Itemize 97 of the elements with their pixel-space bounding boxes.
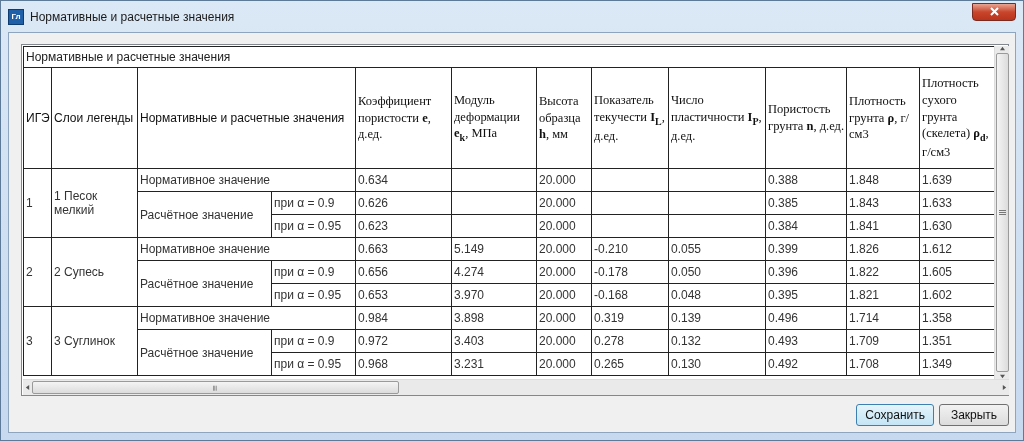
table-cell: 1.708 bbox=[846, 352, 920, 376]
table-cell: 1.848 bbox=[846, 168, 920, 192]
table-cell: 3.898 bbox=[451, 306, 537, 330]
table-cell: 0.132 bbox=[668, 329, 766, 353]
table-cell: -0.168 bbox=[591, 283, 669, 307]
table-cell: при α = 0.9 bbox=[271, 260, 356, 284]
table-cell: 0.399 bbox=[765, 237, 847, 261]
close-button[interactable] bbox=[972, 2, 1016, 21]
horizontal-scrollbar[interactable] bbox=[23, 379, 1009, 395]
table-cell: 1 bbox=[23, 168, 52, 238]
table-cell: 20.000 bbox=[536, 283, 592, 307]
table-cell: при α = 0.95 bbox=[271, 352, 356, 376]
app-icon: Гл bbox=[8, 8, 24, 25]
table-cell: Расчётное значение bbox=[137, 191, 272, 238]
table-cell: 20.000 bbox=[536, 260, 592, 284]
table-cell: -0.178 bbox=[591, 260, 669, 284]
table-cell: 0.385 bbox=[765, 191, 847, 215]
grip-icon bbox=[998, 210, 1006, 215]
column-header: Число пластичности I$_{P}$, д.ед. bbox=[668, 67, 766, 169]
table-cell: 0.055 bbox=[668, 237, 766, 261]
table-cell: 0.623 bbox=[355, 214, 452, 238]
table-cell: 0.048 bbox=[668, 283, 766, 307]
column-header: Модуль деформации e$_{k}$, МПа bbox=[451, 67, 537, 169]
table-cell: 4.274 bbox=[451, 260, 537, 284]
table-cell: 20.000 bbox=[536, 352, 592, 376]
table-cell: 0.384 bbox=[765, 214, 847, 238]
column-header: Коэффициент пористости e, д.ед. bbox=[355, 67, 452, 169]
table-cell: 0.492 bbox=[765, 352, 847, 376]
table-cell: 0.968 bbox=[355, 352, 452, 376]
table-cell: Нормативное значение bbox=[137, 306, 356, 330]
column-header: Нормативные и расчетные значения bbox=[137, 67, 356, 169]
table-cell: 2 bbox=[23, 237, 52, 307]
table-cell: 0.388 bbox=[765, 168, 847, 192]
grip-icon bbox=[213, 384, 218, 391]
table-cell: 0.656 bbox=[355, 260, 452, 284]
table-cell: 20.000 bbox=[536, 306, 592, 330]
table-cell: Нормативное значение bbox=[137, 168, 356, 192]
dialog-button[interactable]: Закрыть bbox=[939, 404, 1009, 426]
table-cell: 3.970 bbox=[451, 283, 537, 307]
table-cell: 1.841 bbox=[846, 214, 920, 238]
column-header: Показатель текучести I$_{L}$, д.ед. bbox=[591, 67, 669, 169]
right-arrow-icon[interactable] bbox=[1002, 385, 1007, 390]
table-cell: 0.319 bbox=[591, 306, 669, 330]
table-cell: 0.395 bbox=[765, 283, 847, 307]
table-cell: 0.050 bbox=[668, 260, 766, 284]
table-cell: 0.396 bbox=[765, 260, 847, 284]
table-cell: 1.714 bbox=[846, 306, 920, 330]
table-cell: 1.821 bbox=[846, 283, 920, 307]
dialog-button[interactable]: Сохранить bbox=[856, 404, 934, 426]
table-cell: 0.265 bbox=[591, 352, 669, 376]
column-header: ИГЭ bbox=[23, 67, 52, 169]
table-cell: 20.000 bbox=[536, 329, 592, 353]
table-cell: Нормативное значение bbox=[137, 237, 356, 261]
table-cell: 3 bbox=[23, 306, 52, 376]
window-title: Нормативные и расчетные значения bbox=[30, 9, 236, 24]
table-cell: 1.709 bbox=[846, 329, 920, 353]
table-cell: 0.278 bbox=[591, 329, 669, 353]
left-arrow-icon[interactable] bbox=[25, 385, 30, 390]
table-cell: 0.972 bbox=[355, 329, 452, 353]
table-cell: 1 Песок мелкий bbox=[51, 168, 138, 238]
column-header: Пористость грунта n, д.ед. bbox=[765, 67, 847, 169]
down-arrow-icon[interactable] bbox=[999, 374, 1005, 379]
table-cell: при α = 0.9 bbox=[271, 329, 356, 353]
scroll-thumb[interactable] bbox=[32, 381, 399, 394]
table-cell: 20.000 bbox=[536, 168, 592, 192]
table-cell: 0.653 bbox=[355, 283, 452, 307]
table-cell: 5.149 bbox=[451, 237, 537, 261]
table-cell: 1.826 bbox=[846, 237, 920, 261]
table-caption: Нормативные и расчетные значения bbox=[23, 46, 994, 68]
table-cell: -0.210 bbox=[591, 237, 669, 261]
table-cell: 0.984 bbox=[355, 306, 452, 330]
table-cell: при α = 0.95 bbox=[271, 214, 356, 238]
column-header: Высота образца h, мм bbox=[536, 67, 592, 169]
table-cell: при α = 0.95 bbox=[271, 283, 356, 307]
table-cell: при α = 0.9 bbox=[271, 191, 356, 215]
close-icon bbox=[989, 7, 999, 16]
table-cell: 2 Супесь bbox=[51, 237, 138, 307]
table-cell: 0.139 bbox=[668, 306, 766, 330]
up-arrow-icon[interactable] bbox=[999, 46, 1005, 51]
column-header: Слои легенды bbox=[51, 67, 138, 169]
table-cell: 0.634 bbox=[355, 168, 452, 192]
table-cell: 3 Суглинок bbox=[51, 306, 138, 376]
table-cell: 0.626 bbox=[355, 191, 452, 215]
table-cell: 1.822 bbox=[846, 260, 920, 284]
column-header: Плотность грунта ρ, г/см3 bbox=[846, 67, 920, 169]
table-cell: 0.493 bbox=[765, 329, 847, 353]
table-cell: 3.403 bbox=[451, 329, 537, 353]
table-cell: 20.000 bbox=[536, 191, 592, 215]
table-cell: 0.130 bbox=[668, 352, 766, 376]
table-cell: 20.000 bbox=[536, 214, 592, 238]
table-cell: 1.843 bbox=[846, 191, 920, 215]
table-cell: 0.496 bbox=[765, 306, 847, 330]
table-cell: 3.231 bbox=[451, 352, 537, 376]
table-cell: 0.663 bbox=[355, 237, 452, 261]
table-cell: 20.000 bbox=[536, 237, 592, 261]
table-cell: Расчётное значение bbox=[137, 260, 272, 307]
table-cell: Расчётное значение bbox=[137, 329, 272, 376]
